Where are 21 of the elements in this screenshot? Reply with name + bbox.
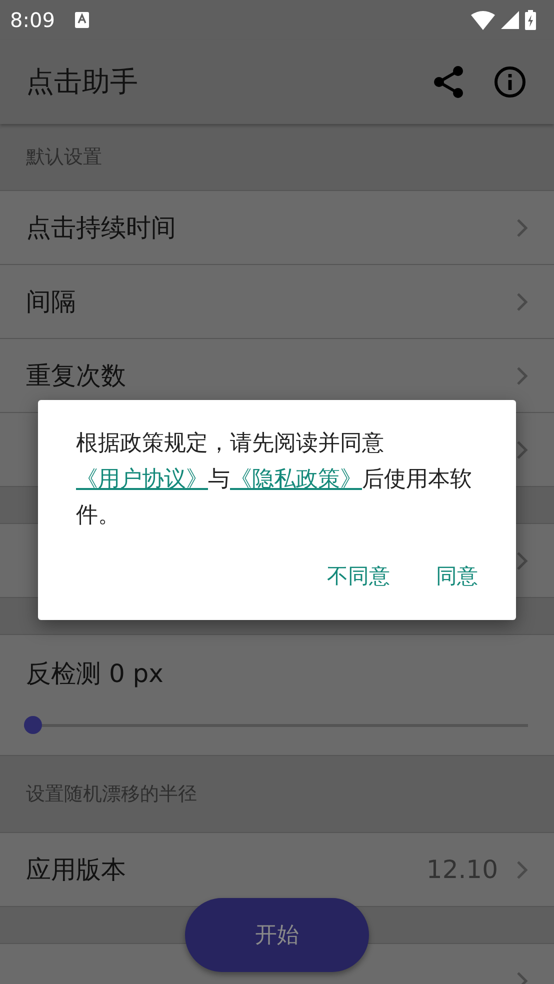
app-title: 点击助手 xyxy=(26,64,138,100)
slider-label: 反检测 0 px xyxy=(26,658,164,690)
dialog-message: 根据政策规定，请先阅读并同意 《用户协议》与《隐私政策》后使用本软件。 xyxy=(76,430,473,530)
dialog-button[interactable]: 不同意 xyxy=(317,554,400,598)
chevron-icon xyxy=(516,366,528,386)
share-icon[interactable] xyxy=(434,66,464,98)
policy-link[interactable]: 《用户协议》 xyxy=(76,467,208,492)
chevron-icon xyxy=(516,550,528,570)
chevron-icon xyxy=(516,440,528,460)
wifi-icon xyxy=(471,10,495,30)
chevron-icon xyxy=(516,292,528,312)
dialog-button[interactable]: 同意 xyxy=(426,554,488,598)
signal-icon xyxy=(501,11,519,29)
policy-link[interactable]: 《隐私政策》 xyxy=(230,467,362,492)
notification-icon xyxy=(74,12,89,28)
start-button[interactable]: 开始 xyxy=(185,898,369,972)
chevron-icon xyxy=(516,218,528,238)
battery-icon xyxy=(525,10,536,30)
status-time: 8:09 xyxy=(10,8,55,32)
chevron-icon xyxy=(516,860,528,880)
info-icon[interactable] xyxy=(494,66,526,98)
